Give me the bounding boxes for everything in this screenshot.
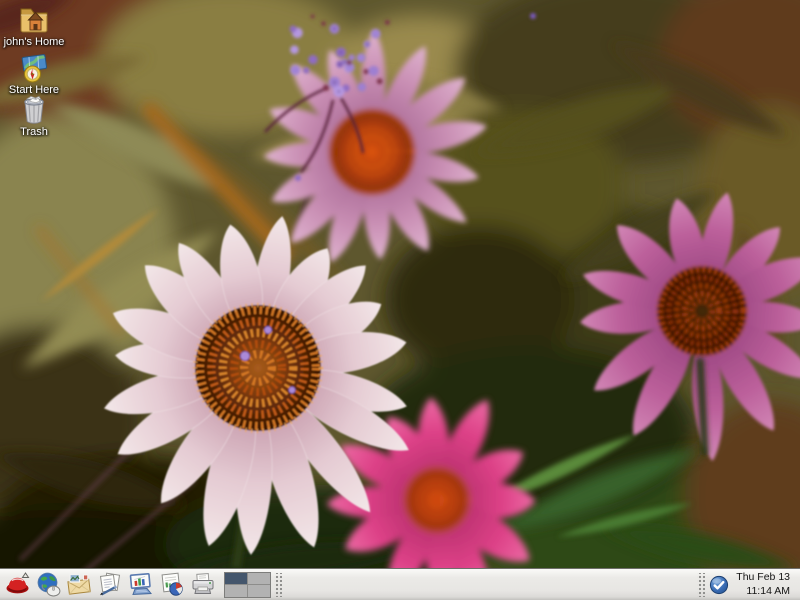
workspace-3[interactable] — [225, 585, 247, 597]
desktop-icon-start-here[interactable]: Start Here — [0, 52, 68, 96]
workspace-4[interactable] — [248, 585, 270, 597]
email-launcher[interactable] — [65, 570, 95, 600]
bottom-panel: Thu Feb 13 11:14 AM — [0, 568, 800, 600]
presentation-launcher[interactable] — [127, 570, 157, 600]
spreadsheet-launcher[interactable] — [158, 570, 188, 600]
web-browser-launcher[interactable] — [34, 570, 64, 600]
print-manager-launcher[interactable] — [189, 570, 219, 600]
applet-drag-handle[interactable] — [274, 573, 282, 597]
workspace-1[interactable] — [225, 573, 247, 585]
workspace-2[interactable] — [248, 573, 270, 585]
printer-icon — [190, 571, 218, 599]
pie-chart-sheet-icon — [159, 571, 187, 599]
documents-pen-icon — [97, 571, 125, 599]
start-here-compass-icon — [17, 52, 51, 83]
trash-can-icon — [17, 95, 51, 125]
main-menu-button[interactable] — [3, 570, 33, 600]
globe-mouse-icon — [35, 571, 63, 599]
applet-drag-handle[interactable] — [697, 573, 705, 597]
desktop-icon-label: john's Home — [4, 36, 65, 48]
desktop-icon-label: Trash — [20, 126, 48, 138]
wallpaper-photo — [0, 0, 800, 600]
desktop-screen: john's Home Start Here — [0, 0, 800, 600]
red-hat-icon — [4, 571, 32, 599]
bar-chart-screen-icon — [128, 571, 156, 599]
update-notifier-button[interactable] — [708, 574, 730, 596]
desktop-icon-johns-home[interactable]: john's Home — [0, 2, 68, 48]
desktop-icon-trash[interactable]: Trash — [0, 95, 68, 138]
workspace-switcher[interactable] — [224, 572, 271, 598]
update-check-icon — [709, 575, 729, 595]
clock-date: Thu Feb 13 — [736, 571, 790, 584]
home-folder-icon — [17, 2, 51, 35]
clock-applet[interactable]: Thu Feb 13 11:14 AM — [736, 571, 790, 597]
clock-time: 11:14 AM — [736, 585, 790, 598]
word-processor-launcher[interactable] — [96, 570, 126, 600]
envelope-photo-icon — [66, 571, 94, 599]
